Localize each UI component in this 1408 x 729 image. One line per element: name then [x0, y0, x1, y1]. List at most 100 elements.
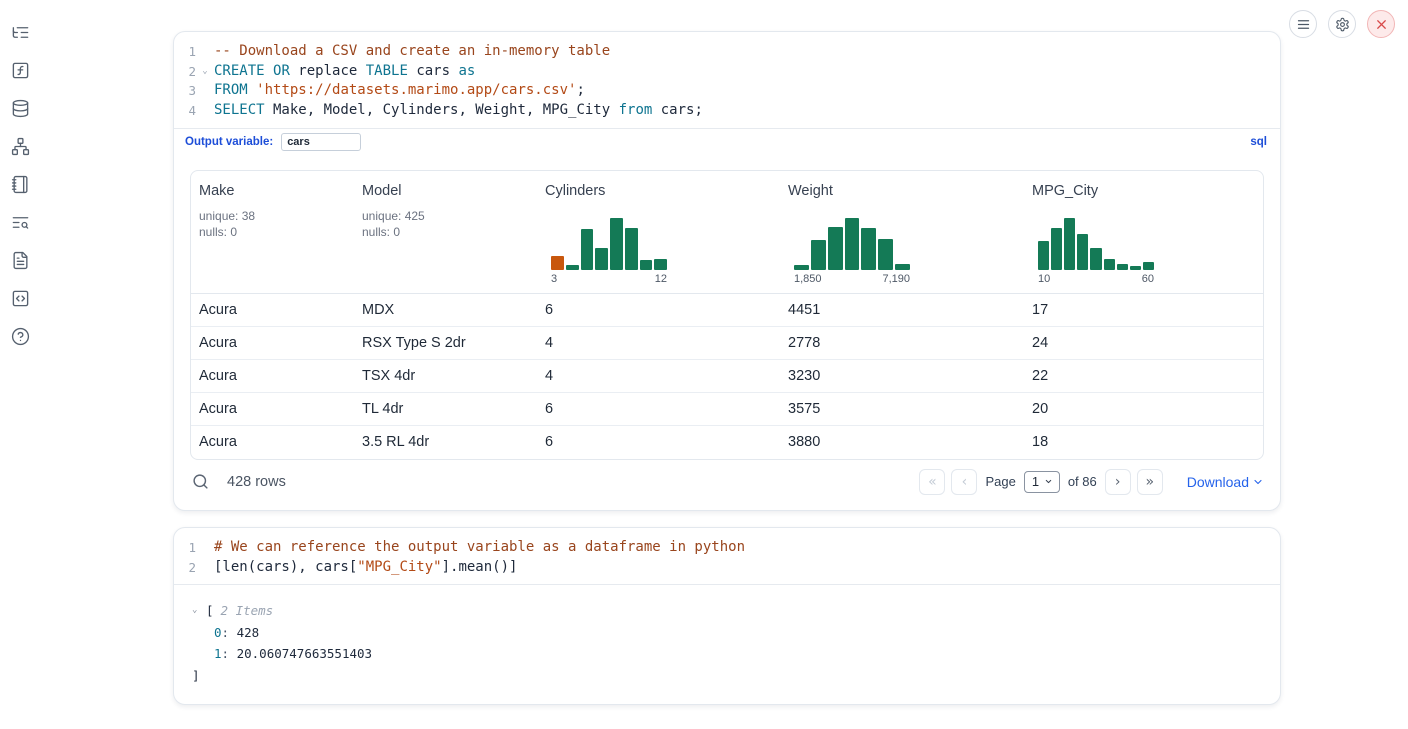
histogram-bar — [861, 228, 876, 270]
snippets-button[interactable] — [8, 286, 33, 311]
table-body: AcuraMDX6445117AcuraRSX Type S 2dr427782… — [191, 294, 1263, 459]
table-cell: 3575 — [780, 401, 1024, 417]
code-text: CREATE OR replace TABLE cars as — [214, 62, 1280, 82]
table-cell: Acura — [191, 335, 354, 351]
column-header-Model[interactable]: Modelunique: 425nulls: 0 — [354, 171, 537, 293]
tree-items-count: 2 Items — [221, 600, 274, 622]
column-name: Cylinders — [545, 183, 772, 199]
settings-button[interactable] — [1328, 10, 1356, 38]
histogram-bar — [551, 256, 564, 270]
table-cell: TSX 4dr — [354, 368, 537, 384]
data-sources-button[interactable] — [8, 96, 33, 121]
table-row[interactable]: AcuraTL 4dr6357520 — [191, 393, 1263, 426]
close-icon — [1374, 17, 1389, 32]
scratchpad-button[interactable] — [8, 172, 33, 197]
histogram-bar — [794, 265, 809, 270]
code-line: 3 FROM 'https://datasets.marimo.app/cars.… — [174, 81, 1280, 101]
tree-entry-key: 1 — [214, 643, 222, 665]
file-explorer-button[interactable] — [8, 20, 33, 45]
table-cell: Acura — [191, 368, 354, 384]
table-row[interactable]: AcuraMDX6445117 — [191, 294, 1263, 327]
column-header-Cylinders[interactable]: Cylinders 312 — [537, 171, 780, 293]
python-cell: 1# We can reference the output variable … — [173, 527, 1281, 705]
file-tree-icon — [11, 23, 30, 42]
histogram-bar — [1051, 228, 1062, 270]
table-cell: TL 4dr — [354, 401, 537, 417]
histogram-bar — [1077, 234, 1088, 270]
tree-entry-value: 20.060747663551403 — [237, 643, 372, 665]
database-icon — [11, 99, 30, 118]
table-cell: Acura — [191, 401, 354, 417]
first-page-button[interactable]: « — [919, 469, 945, 495]
hamburger-menu-icon — [1296, 17, 1311, 32]
variables-button[interactable] — [8, 58, 33, 83]
column-name: Model — [362, 183, 529, 199]
code-text: FROM 'https://datasets.marimo.app/cars.c… — [214, 81, 1280, 101]
histogram-bar — [610, 218, 623, 270]
table-cell: 4 — [537, 368, 780, 384]
page-select[interactable]: 1 — [1024, 471, 1060, 493]
table-cell: 3230 — [780, 368, 1024, 384]
histogram-bar — [1090, 248, 1101, 270]
histogram-Weight: 1,8507,190 — [794, 218, 910, 285]
chevron-down-icon — [1252, 476, 1264, 488]
results-table: Makeunique: 38nulls: 0Modelunique: 425nu… — [190, 170, 1264, 460]
table-cell: 4451 — [780, 302, 1024, 318]
table-cell: RSX Type S 2dr — [354, 335, 537, 351]
table-row[interactable]: AcuraTSX 4dr4323022 — [191, 360, 1263, 393]
table-cell: 6 — [537, 401, 780, 417]
line-number: 1 — [174, 538, 196, 558]
table-cell: Acura — [191, 434, 354, 450]
fold-chevron-icon — [196, 101, 214, 121]
histogram-bar — [1143, 262, 1154, 270]
line-number: 3 — [174, 81, 196, 101]
python-code-editor[interactable]: 1# We can reference the output variable … — [174, 528, 1280, 584]
column-header-MPG_City[interactable]: MPG_City1060 — [1024, 171, 1263, 293]
dependency-graph-button[interactable] — [8, 134, 33, 159]
histogram-range: 1060 — [1038, 273, 1154, 285]
column-name: Weight — [788, 183, 1016, 199]
code-text: -- Download a CSV and create an in-memor… — [214, 42, 1280, 62]
table-row[interactable]: AcuraRSX Type S 2dr4277824 — [191, 327, 1263, 360]
last-page-button[interactable]: » — [1137, 469, 1163, 495]
output-variable-bar: Output variable: sql — [174, 128, 1280, 156]
output-variable-input[interactable] — [281, 133, 361, 151]
column-stat: nulls: 0 — [199, 224, 346, 240]
prev-page-button[interactable]: ‹ — [951, 469, 977, 495]
table-search-button[interactable] — [190, 471, 211, 492]
histogram-bar — [654, 259, 667, 270]
notebook-icon — [11, 175, 30, 194]
menu-button[interactable] — [1289, 10, 1317, 38]
fold-chevron-icon[interactable]: ⌄ — [196, 62, 214, 82]
line-number: 4 — [174, 101, 196, 121]
square-function-icon — [11, 61, 30, 80]
table-cell: 6 — [537, 434, 780, 450]
collapse-chevron-icon[interactable]: ⌄ — [192, 600, 204, 622]
logs-button[interactable] — [8, 210, 33, 235]
line-number: 2 — [174, 62, 196, 82]
code-line: 1# We can reference the output variable … — [174, 538, 1280, 558]
table-cell: 3.5 RL 4dr — [354, 434, 537, 450]
column-header-Weight[interactable]: Weight 1,8507,190 — [780, 171, 1024, 293]
shutdown-button[interactable] — [1367, 10, 1395, 38]
table-cell: 6 — [537, 302, 780, 318]
histogram-Cylinders: 312 — [551, 218, 667, 285]
tree-entry: 1: 20.060747663551403 — [192, 643, 1280, 665]
histogram-bar — [895, 264, 910, 270]
output-variable-label: Output variable: — [185, 136, 273, 148]
next-page-button[interactable]: › — [1105, 469, 1131, 495]
table-row[interactable]: Acura3.5 RL 4dr6388018 — [191, 426, 1263, 459]
histogram-bar — [1104, 259, 1115, 270]
line-number: 1 — [174, 42, 196, 62]
documentation-button[interactable] — [8, 248, 33, 273]
gear-icon — [1335, 17, 1350, 32]
table-cell: 3880 — [780, 434, 1024, 450]
sql-cell: 1 -- Download a CSV and create an in-memo… — [173, 31, 1281, 511]
column-header-Make[interactable]: Makeunique: 38nulls: 0 — [191, 171, 354, 293]
sql-code-editor[interactable]: 1 -- Download a CSV and create an in-memo… — [174, 32, 1280, 128]
help-button[interactable] — [8, 324, 33, 349]
histogram-MPG_City: 1060 — [1038, 218, 1154, 285]
table-cell: 17 — [1024, 302, 1263, 318]
total-pages-label: of 86 — [1068, 474, 1097, 489]
download-button[interactable]: Download — [1187, 474, 1264, 490]
